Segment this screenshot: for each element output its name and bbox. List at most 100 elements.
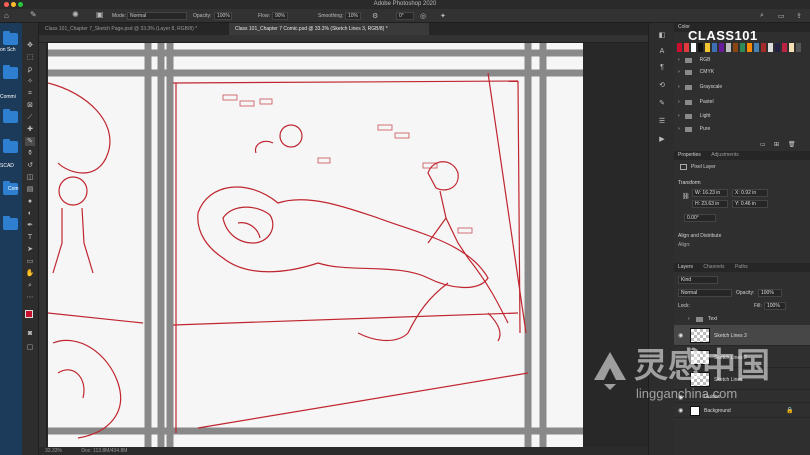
color-swatch[interactable]: [705, 43, 710, 52]
document-canvas[interactable]: [48, 43, 583, 447]
folder-icon[interactable]: [3, 216, 18, 230]
settings-gear-icon[interactable]: ⚙: [372, 12, 378, 20]
color-swatch[interactable]: [726, 43, 731, 52]
trash-icon[interactable]: 🗑: [788, 141, 796, 148]
color-swatch[interactable]: [747, 43, 752, 52]
new-group-icon[interactable]: ▭: [760, 141, 766, 148]
swatch-group[interactable]: › RGB: [674, 55, 810, 66]
fill-input[interactable]: 100%: [764, 302, 786, 310]
eye-icon[interactable]: ◉: [678, 407, 683, 414]
opacity-input[interactable]: 100%: [214, 12, 232, 20]
brush-settings-icon[interactable]: ✺: [72, 10, 79, 19]
color-panel-icon[interactable]: ◧: [657, 31, 667, 40]
adjustments-panel-icon[interactable]: ☰: [657, 117, 667, 126]
minimize-window-button[interactable]: [11, 2, 16, 7]
tab-properties[interactable]: Properties: [678, 152, 701, 158]
color-swatch[interactable]: [733, 43, 738, 52]
layer-filter-select[interactable]: Kind: [678, 276, 718, 284]
angle-input[interactable]: 0.00°: [684, 214, 716, 222]
swatch-group[interactable]: › CMYK: [674, 67, 810, 78]
y-input[interactable]: Y: 0.46 in: [732, 200, 768, 208]
tab-paths[interactable]: Paths: [735, 264, 748, 270]
swatch-group[interactable]: › Pastel: [674, 97, 810, 108]
color-swatch[interactable]: [768, 43, 773, 52]
frame-tool-icon[interactable]: ⊠: [25, 101, 35, 110]
folder-icon[interactable]: [3, 31, 18, 45]
actions-panel-icon[interactable]: ▶: [657, 135, 667, 144]
gradient-icon[interactable]: ▤: [25, 185, 35, 194]
align-distribute-label[interactable]: Align and Distribute: [678, 233, 721, 239]
tab-layers[interactable]: Layers: [678, 264, 693, 270]
swatch-group[interactable]: › Light: [674, 111, 810, 122]
brush-settings-panel-icon[interactable]: ✎: [657, 99, 667, 108]
link-icon[interactable]: ⛓: [682, 193, 690, 200]
search-icon[interactable]: ⌕: [760, 12, 764, 20]
color-swatch[interactable]: [754, 43, 759, 52]
eyedropper-icon[interactable]: ⟋: [25, 113, 35, 122]
layer-opacity-input[interactable]: 100%: [758, 289, 782, 297]
quick-mask-icon[interactable]: ◙: [25, 329, 35, 338]
shape-tool-icon[interactable]: ▭: [25, 257, 35, 266]
home-icon[interactable]: ⌂: [4, 11, 9, 20]
color-swatch[interactable]: [684, 43, 689, 52]
tab-comic[interactable]: Class 101_Chapter 7 Comic.psd @ 33.3% (S…: [229, 23, 429, 35]
angle-input[interactable]: 0°: [396, 12, 414, 20]
zoom-tool-icon[interactable]: ⌕: [25, 281, 35, 290]
folder-icon[interactable]: [3, 139, 18, 153]
folder-icon[interactable]: [3, 65, 18, 79]
height-input[interactable]: H: 23.63 in: [692, 200, 728, 208]
history-brush-icon[interactable]: ↺: [25, 161, 35, 170]
color-swatch[interactable]: [712, 43, 717, 52]
top-ruler[interactable]: [39, 35, 648, 43]
color-swatch[interactable]: [775, 43, 780, 52]
folder-icon[interactable]: [3, 109, 18, 123]
magic-wand-icon[interactable]: ✧: [25, 77, 35, 86]
paragraph-panel-icon[interactable]: ¶: [657, 63, 667, 72]
character-panel-icon[interactable]: A: [657, 47, 667, 56]
history-panel-icon[interactable]: ⟲: [657, 81, 667, 90]
layer-group-row[interactable]: › Text: [674, 314, 810, 324]
healing-brush-icon[interactable]: ✚: [25, 125, 35, 134]
pen-tool-icon[interactable]: ✒: [25, 221, 35, 230]
pressure-icon[interactable]: ◎: [420, 12, 426, 20]
symmetry-icon[interactable]: ✦: [440, 12, 446, 20]
color-swatch[interactable]: [740, 43, 745, 52]
brush-icon[interactable]: ✎: [30, 10, 37, 19]
color-swatch[interactable]: [698, 43, 703, 52]
color-swatch[interactable]: [691, 43, 696, 52]
x-input[interactable]: X: 0.92 in: [732, 189, 768, 197]
left-ruler[interactable]: [39, 43, 47, 447]
mode-select[interactable]: Normal: [127, 12, 187, 20]
blur-icon[interactable]: ●: [25, 197, 35, 206]
new-swatch-icon[interactable]: ⊞: [774, 141, 779, 148]
zoom-window-button[interactable]: [18, 2, 23, 7]
brush-tool-icon[interactable]: ✎: [25, 137, 35, 146]
color-swatch[interactable]: [796, 43, 801, 52]
lock-icon[interactable]: 🔒: [786, 407, 793, 414]
crop-tool-icon[interactable]: ⌗: [25, 89, 35, 98]
smoothing-input[interactable]: 10%: [345, 12, 361, 20]
share-icon[interactable]: ⇪: [796, 12, 802, 20]
tab-channels[interactable]: Channels: [703, 264, 724, 270]
layer-row-selected[interactable]: ◉ Sketch Lines 3: [674, 325, 810, 346]
lasso-tool-icon[interactable]: ϼ: [25, 65, 35, 74]
color-swatch[interactable]: [782, 43, 787, 52]
hand-tool-icon[interactable]: ✋: [25, 269, 35, 278]
swatch-group[interactable]: › Grayscale: [674, 82, 810, 93]
flow-input[interactable]: 90%: [272, 12, 288, 20]
foreground-color-swatch[interactable]: [25, 310, 33, 318]
blend-mode-select[interactable]: Normal: [678, 289, 732, 297]
close-window-button[interactable]: [4, 2, 9, 7]
screen-mode-icon[interactable]: ▢: [25, 343, 35, 352]
transform-label[interactable]: Transform: [678, 180, 701, 186]
width-input[interactable]: W: 16.23 in: [692, 189, 728, 197]
marquee-tool-icon[interactable]: ⬚: [25, 53, 35, 62]
workspace-icon[interactable]: ▭: [778, 12, 785, 20]
color-swatch[interactable]: [761, 43, 766, 52]
path-select-icon[interactable]: ➤: [25, 245, 35, 254]
type-tool-icon[interactable]: T: [25, 233, 35, 242]
layer-row[interactable]: ◉ Background 🔒: [674, 404, 810, 418]
clone-stamp-icon[interactable]: ⚱: [25, 149, 35, 158]
tab-sketch-page[interactable]: Class 101_Chapter 7_Sketch Page.psd @ 33…: [39, 23, 229, 35]
swatch-group[interactable]: › Pure: [674, 124, 810, 135]
